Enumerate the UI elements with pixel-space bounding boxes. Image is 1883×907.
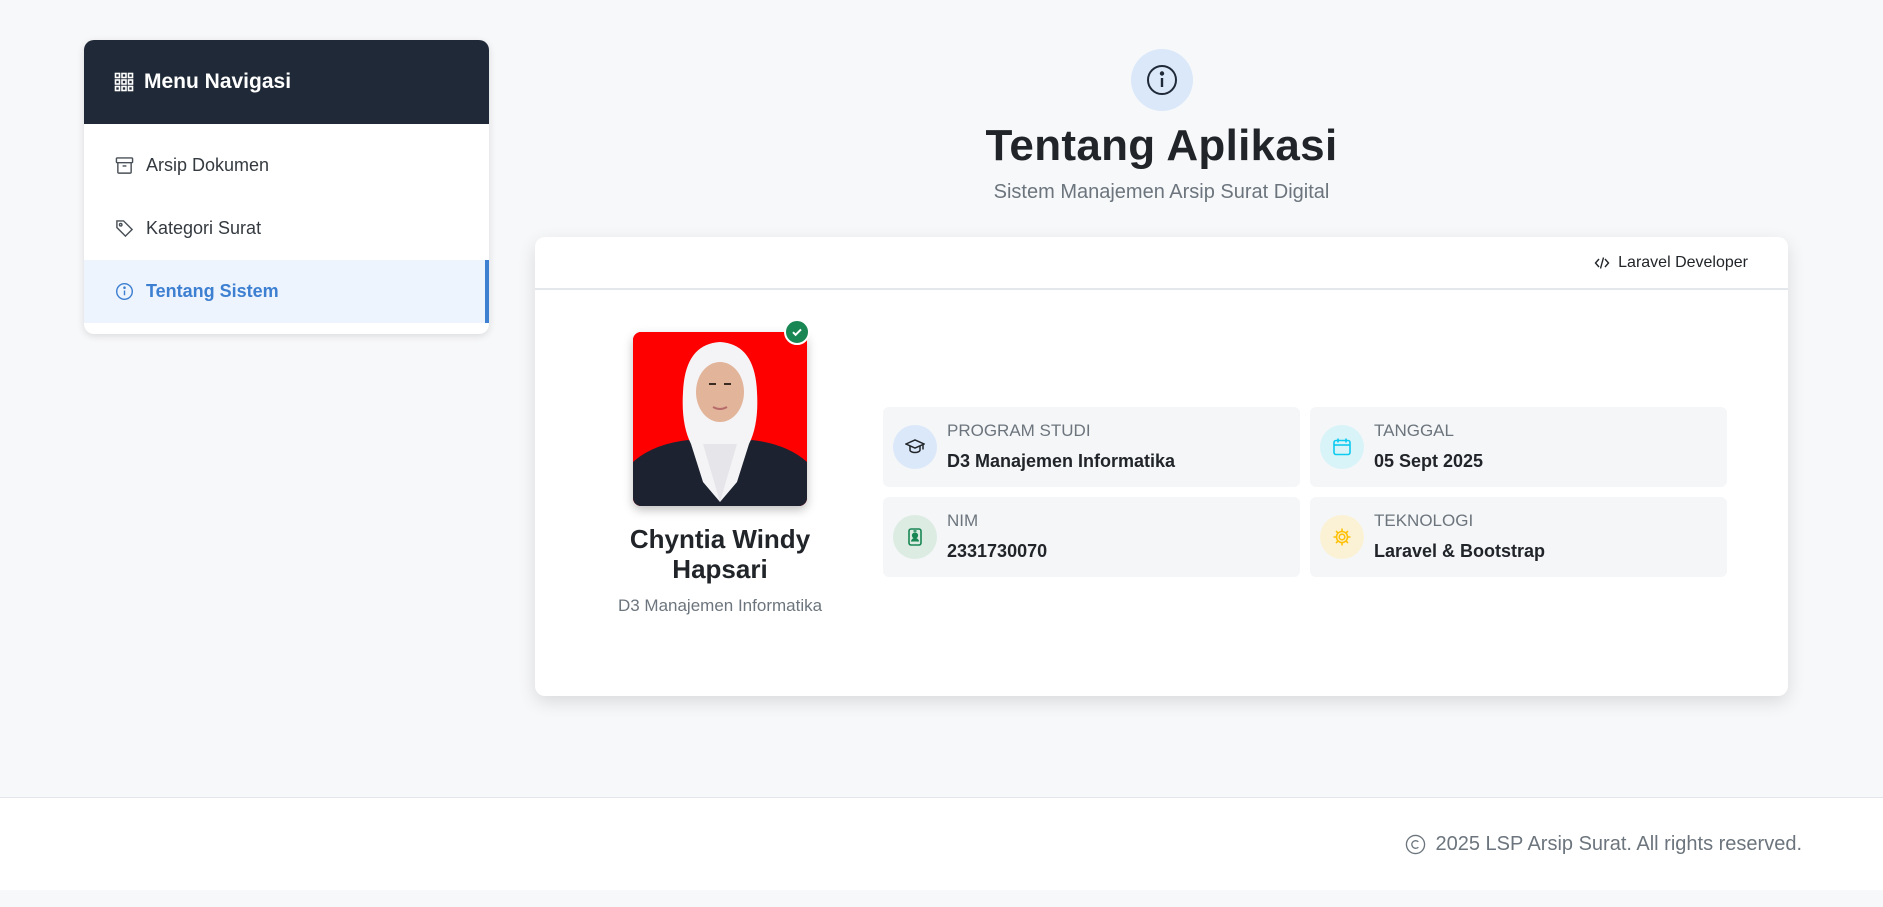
sidebar-title: Menu Navigasi bbox=[144, 70, 292, 93]
code-icon bbox=[1594, 255, 1610, 271]
info-value: D3 Manajemen Informatika bbox=[947, 451, 1176, 471]
info-tanggal: TANGGAL 05 Sept 2025 bbox=[1310, 407, 1727, 487]
page-title: Tentang Aplikasi bbox=[985, 121, 1338, 170]
verified-check-icon bbox=[784, 319, 810, 345]
sidebar-menu: Arsip Dokumen Kategori Surat Tentang Sis… bbox=[84, 124, 489, 323]
info-label: PROGRAM STUDI bbox=[947, 421, 1091, 440]
archive-icon bbox=[114, 156, 134, 176]
profile-photo bbox=[633, 332, 807, 506]
sidebar-item-label: Kategori Surat bbox=[146, 218, 262, 238]
info-value: 05 Sept 2025 bbox=[1374, 451, 1484, 471]
tag-icon bbox=[114, 219, 134, 239]
grid-icon bbox=[114, 72, 134, 92]
id-badge-icon bbox=[893, 515, 937, 559]
sidebar: Menu Navigasi Arsip Dokumen Kategori Sur… bbox=[84, 40, 489, 334]
sidebar-item-label: Arsip Dokumen bbox=[146, 155, 270, 175]
info-nim: NIM 2331730070 bbox=[883, 497, 1300, 577]
info-label: TEKNOLOGI bbox=[1374, 511, 1474, 530]
info-icon bbox=[114, 282, 134, 302]
profile-role: D3 Manajemen Informatika bbox=[617, 596, 823, 615]
profile: Chyntia Windy Hapsari D3 Manajemen Infor… bbox=[605, 319, 835, 616]
calendar-icon bbox=[1320, 425, 1364, 469]
profile-name: Chyntia Windy Hapsari bbox=[629, 524, 811, 584]
profile-photo-wrap bbox=[633, 319, 810, 506]
sidebar-item-label: Tentang Sistem bbox=[146, 281, 279, 301]
page-subtitle: Sistem Manajemen Arsip Surat Digital bbox=[993, 181, 1330, 203]
info-grid: PROGRAM STUDI D3 Manajemen Informatika T… bbox=[883, 407, 1729, 577]
info-label: NIM bbox=[947, 511, 979, 530]
copyright-icon bbox=[1405, 834, 1426, 855]
info-teknologi: TEKNOLOGI Laravel & Bootstrap bbox=[1310, 497, 1727, 577]
card-header: Laravel Developer bbox=[535, 237, 1788, 290]
gear-icon bbox=[1320, 515, 1364, 559]
developer-badge: Laravel Developer bbox=[1618, 253, 1748, 271]
info-value: 2331730070 bbox=[947, 541, 1048, 561]
sidebar-item-kategori-surat[interactable]: Kategori Surat bbox=[84, 197, 489, 260]
footer-text: 2025 LSP Arsip Surat. All rights reserve… bbox=[1435, 832, 1803, 855]
page-header: Tentang Aplikasi Sistem Manajemen Arsip … bbox=[535, 49, 1788, 204]
footer: 2025 LSP Arsip Surat. All rights reserve… bbox=[0, 797, 1883, 890]
info-program-studi: PROGRAM STUDI D3 Manajemen Informatika bbox=[883, 407, 1300, 487]
sidebar-header: Menu Navigasi bbox=[84, 40, 489, 124]
info-icon bbox=[1130, 49, 1193, 111]
graduation-cap-icon bbox=[893, 425, 937, 469]
sidebar-item-tentang-sistem[interactable]: Tentang Sistem bbox=[84, 260, 489, 323]
info-label: TANGGAL bbox=[1374, 421, 1454, 440]
info-value: Laravel & Bootstrap bbox=[1374, 541, 1546, 561]
about-card: Laravel Developer Chyntia Windy Hapsari … bbox=[535, 237, 1788, 696]
sidebar-item-arsip-dokumen[interactable]: Arsip Dokumen bbox=[84, 134, 489, 197]
